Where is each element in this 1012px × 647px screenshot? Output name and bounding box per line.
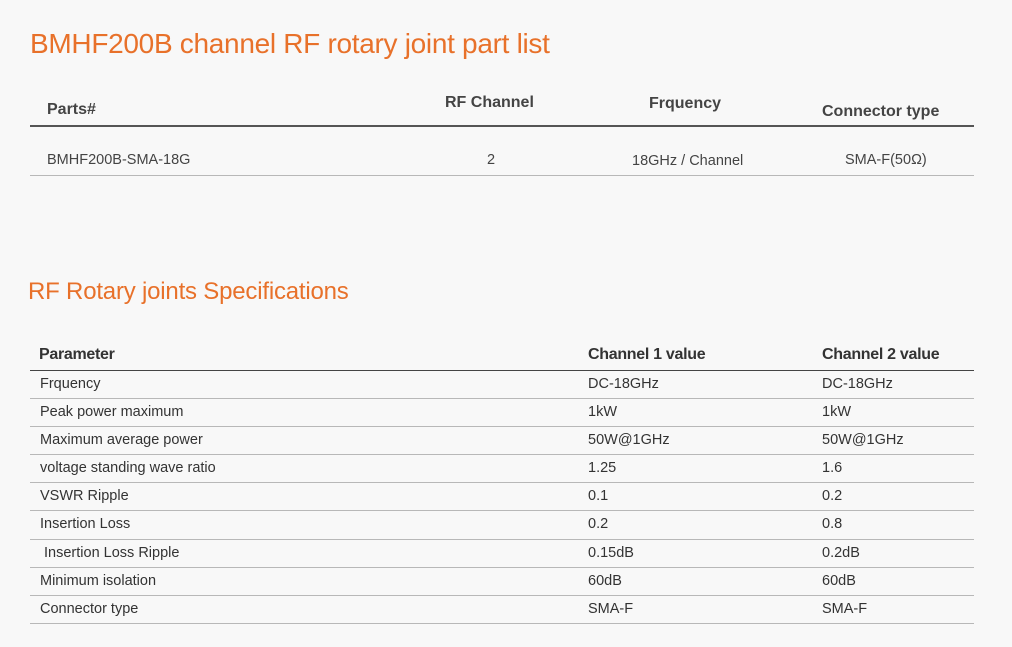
header-rf-channel: RF Channel — [445, 94, 534, 111]
rf-channel-value: 2 — [487, 152, 496, 168]
channel-2-value: 0.2 — [822, 488, 843, 505]
channel-2-value: 0.8 — [822, 516, 843, 533]
channel-1-value: 1kW — [588, 404, 617, 421]
part-number: BMHF200B-SMA-18G — [47, 152, 191, 168]
spec-rows: Frquency DC-18GHz DC-18GHz Peak power ma… — [30, 370, 974, 624]
param-name: Insertion Loss — [40, 516, 131, 533]
header-connector-type: Connector type — [822, 103, 940, 120]
table-row: Maximum average power 50W@1GHz 50W@1GHz — [30, 427, 974, 456]
channel-1-value: SMA-F — [588, 600, 634, 617]
spec-header-row: Parameter Channel 1 value Channel 2 valu… — [30, 338, 974, 370]
param-name: Minimum isolation — [40, 572, 157, 589]
channel-1-value: 1.25 — [588, 460, 617, 477]
header-channel-1: Channel 1 value — [588, 346, 706, 363]
channel-2-value: DC-18GHz — [822, 376, 893, 392]
parts-list-title: BMHF200B channel RF rotary joint part li… — [30, 28, 550, 59]
param-name: Insertion Loss Ripple — [40, 544, 180, 561]
channel-2-value: 60dB — [822, 572, 856, 589]
table-row: Minimum isolation 60dB 60dB — [30, 568, 974, 596]
table-row: voltage standing wave ratio 1.25 1.6 — [30, 455, 974, 484]
header-parameter: Parameter — [39, 346, 115, 363]
param-name: voltage standing wave ratio — [40, 460, 216, 477]
frequency-value: 18GHz / Channel — [632, 153, 744, 169]
table-row: Connector type SMA-F SMA-F — [30, 596, 974, 624]
header-frequency: Frquency — [649, 95, 722, 112]
channel-1-value: 0.2 — [588, 516, 609, 533]
channel-2-value: 50W@1GHz — [822, 432, 904, 449]
row-rule — [30, 175, 974, 176]
channel-2-value: 1kW — [822, 404, 851, 421]
channel-2-value: SMA-F — [822, 600, 868, 617]
table-row: Insertion Loss Ripple 0.15dB 0.2dB — [30, 540, 974, 568]
channel-2-value: 1.6 — [822, 460, 843, 477]
header-parts: Parts# — [47, 101, 96, 118]
table-row: Insertion Loss 0.2 0.8 — [30, 511, 974, 540]
specifications-table: Parameter Channel 1 value Channel 2 valu… — [30, 338, 974, 624]
connector-value: SMA-F(50Ω) — [845, 152, 927, 168]
channel-1-value: DC-18GHz — [588, 376, 659, 392]
param-name: Peak power maximum — [40, 404, 184, 421]
param-name: Frquency — [40, 376, 101, 392]
channel-1-value: 0.1 — [588, 488, 609, 505]
table-row: Frquency DC-18GHz DC-18GHz — [30, 371, 974, 400]
param-name: Maximum average power — [40, 432, 203, 449]
header-channel-2: Channel 2 value — [822, 346, 940, 363]
parts-table: Parts# RF Channel Frquency Connector typ… — [30, 88, 974, 178]
channel-1-value: 0.15dB — [588, 544, 634, 561]
table-row: Peak power maximum 1kW 1kW — [30, 399, 974, 428]
header-rule — [30, 125, 974, 127]
channel-2-value: 0.2dB — [822, 544, 860, 561]
channel-1-value: 60dB — [588, 572, 622, 589]
table-row: VSWR Ripple 0.1 0.2 — [30, 483, 974, 512]
param-name: VSWR Ripple — [40, 488, 129, 505]
channel-1-value: 50W@1GHz — [588, 432, 670, 449]
specifications-title: RF Rotary joints Specifications — [28, 278, 349, 305]
param-name: Connector type — [40, 600, 139, 617]
